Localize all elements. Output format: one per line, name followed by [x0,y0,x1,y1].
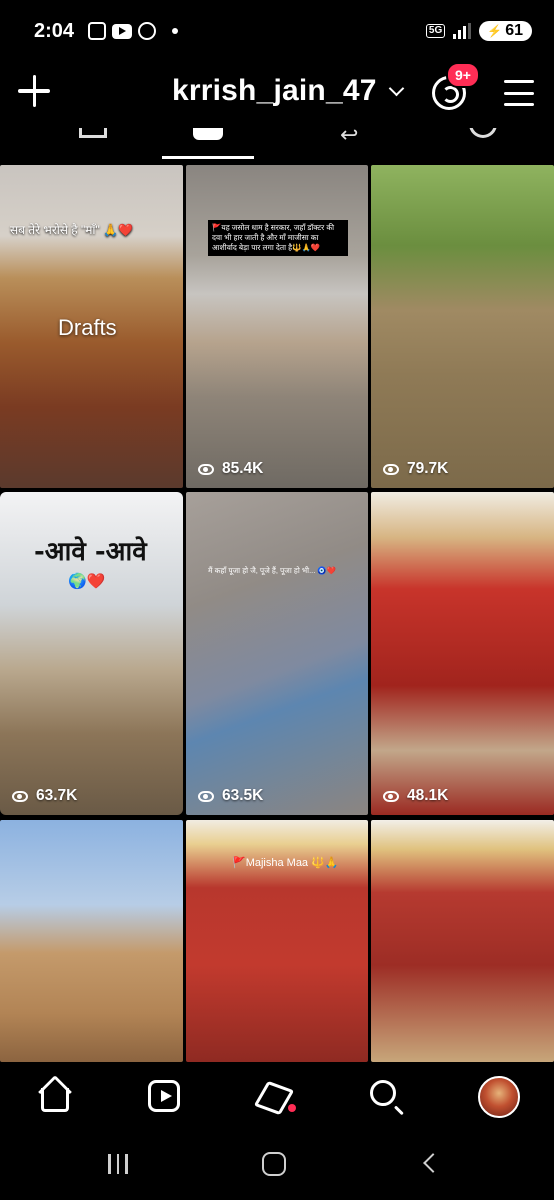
grid-tile[interactable]: 48.1K [371,492,554,815]
tagged-icon [468,128,497,138]
plus-icon[interactable] [18,74,52,108]
view-count: 48.1K [383,787,448,805]
view-count: 63.5K [198,787,263,805]
eye-icon [383,790,399,802]
grid-icon [78,128,107,138]
drafts-label: Drafts [58,315,117,340]
screen-record-icon [88,22,106,40]
grid-tile[interactable]: -आवे -आवे 🌍❤️ 63.7K [0,492,183,815]
status-time: 2:04 [34,20,75,42]
network-type: 5G [425,24,446,38]
home-button-icon[interactable] [262,1152,286,1176]
tile-caption: मैं कहाँ पूजा हो जै, पूजे हैं, पूजा हो भ… [208,566,337,575]
tile-caption: -आवे -आवे [34,537,147,567]
username: krrish_jain_47 [172,74,377,107]
charging-icon: ⚡ [487,24,503,38]
reels-icon [192,128,223,140]
profile-avatar[interactable] [478,1076,520,1118]
reels-nav-icon[interactable] [148,1080,184,1116]
home-icon[interactable] [38,1075,74,1116]
tile-emoji: 🌍❤️ [68,573,106,590]
eye-icon [198,463,214,475]
profile-tabs: ↩ [0,128,554,162]
whatsapp-icon [138,22,156,40]
bottom-navigation [0,1062,554,1132]
reels-grid: सब तेरे भरोसे है "माँ" 🙏❤️ Drafts 🚩यह जस… [0,165,554,1062]
account-switcher[interactable]: krrish_jain_47 [172,74,404,108]
system-navigation-bar [0,1132,554,1200]
profile-header: krrish_jain_47 9+ [0,62,554,128]
grid-tile[interactable]: 79.7K [371,165,554,488]
unread-dot [288,1104,296,1112]
tab-tagged[interactable] [390,128,554,162]
eye-icon [198,790,214,802]
more-notifications-dot-icon [172,28,178,34]
eye-icon [12,790,28,802]
grid-tile[interactable] [371,820,554,1062]
view-count: 63.7K [12,787,77,805]
signal-icon [453,23,472,39]
grid-tile[interactable] [0,820,183,1062]
menu-icon[interactable] [504,80,534,106]
tile-caption: 🚩यह जसोल धाम है सरकार, जहाँ डॉक्टर की दव… [208,220,348,256]
grid-tile[interactable]: मैं कहाँ पूजा हो जै, पूजे हैं, पूजा हो भ… [186,492,368,815]
grid-tile[interactable]: 🚩Majisha Maa 🔱🙏 [186,820,368,1062]
notification-badge: 9+ [446,62,480,88]
send-icon[interactable] [258,1080,296,1116]
battery-level: 61 [505,22,523,39]
tile-caption: सब तेरे भरोसे है "माँ" 🙏❤️ [10,223,134,237]
search-icon[interactable] [370,1080,406,1116]
battery-indicator: ⚡ 61 [479,21,532,41]
active-tab-indicator [162,156,254,159]
chevron-down-icon [388,80,404,96]
repost-icon[interactable]: ↩ [340,128,358,148]
recent-apps-icon[interactable] [108,1154,128,1174]
grid-tile-drafts[interactable]: सब तेरे भरोसे है "माँ" 🙏❤️ Drafts [0,165,183,488]
system-indicators: 5G ⚡ 61 [425,21,532,41]
back-icon[interactable] [423,1153,443,1173]
eye-icon [383,463,399,475]
tile-caption: 🚩Majisha Maa 🔱🙏 [232,857,339,869]
grid-tile[interactable]: 🚩यह जसोल धाम है सरकार, जहाँ डॉक्टर की दव… [186,165,368,488]
view-count: 85.4K [198,460,263,478]
status-bar: 2:04 5G ⚡ 61 [0,0,554,64]
youtube-icon [112,23,132,39]
view-count: 79.7K [383,460,448,478]
notification-icons [88,22,178,40]
